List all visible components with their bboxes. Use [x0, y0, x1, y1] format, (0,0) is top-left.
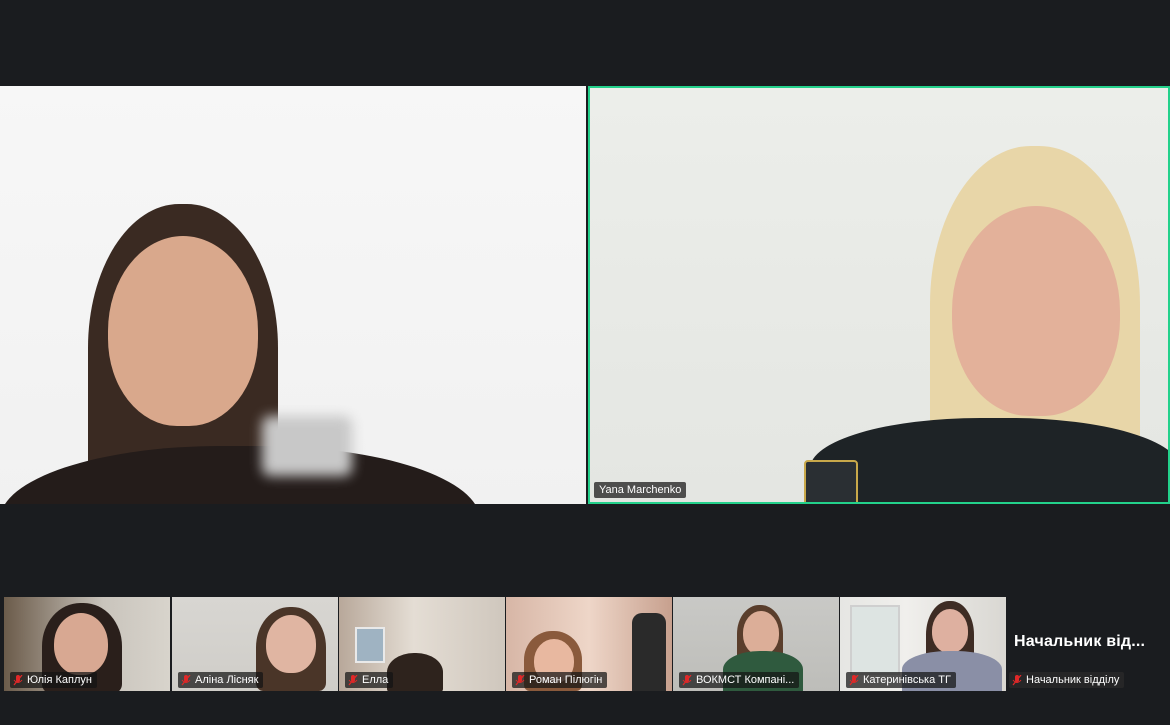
uniform-patch [804, 460, 858, 502]
gallery-tile[interactable]: Юлія Каплун [4, 597, 170, 691]
participant-silhouette-face [952, 206, 1120, 416]
mic-off-icon [13, 674, 23, 686]
participant-name-tag: Елла [345, 672, 394, 688]
participant-silhouette-hair [387, 653, 443, 691]
mic-off-icon [1012, 674, 1022, 686]
gallery-tile[interactable]: Елла [339, 597, 505, 691]
video-tile-main-left[interactable] [0, 86, 586, 504]
participant-name: Роман Пілюгін [529, 674, 603, 686]
participant-name-tag: Начальник відділу [1009, 672, 1125, 688]
mic-off-icon [181, 674, 191, 686]
mic-off-icon [348, 674, 358, 686]
background-object [262, 416, 352, 476]
mic-off-icon [682, 674, 692, 686]
participant-name-tag: Аліна Лісняк [178, 672, 264, 688]
participant-name-tag: ВОКМСТ Компані... [679, 672, 800, 688]
participant-name-tag: Катеринівська ТГ [846, 672, 956, 688]
mic-off-icon [849, 674, 859, 686]
participant-name-tag: Роман Пілюгін [512, 672, 608, 688]
participant-display-name: Начальник від... [1014, 633, 1146, 650]
participant-name-tag: Yana Marchenko [594, 482, 687, 498]
participant-name: Юлія Каплун [27, 674, 92, 686]
participant-silhouette-face [54, 613, 108, 675]
participant-silhouette-body [810, 418, 1168, 502]
participant-silhouette-body [632, 613, 666, 691]
gallery-tile[interactable]: Роман Пілюгін [506, 597, 672, 691]
wall-picture [355, 627, 385, 663]
gallery-tile[interactable]: Катеринівська ТГ [840, 597, 1006, 691]
participant-silhouette-face [743, 611, 779, 655]
participant-silhouette-face [266, 615, 316, 673]
participant-name: Елла [362, 674, 389, 686]
participant-name-tag: Юлія Каплун [10, 672, 97, 688]
participant-name: ВОКМСТ Компані... [696, 674, 795, 686]
participant-name: Катеринівська ТГ [863, 674, 951, 686]
participant-name: Аліна Лісняк [195, 674, 259, 686]
participant-silhouette-face [108, 236, 258, 426]
mic-off-icon [515, 674, 525, 686]
participant-name: Начальник відділу [1026, 674, 1120, 686]
gallery-tile-no-video[interactable]: Начальник від... Начальник відділу [1007, 597, 1170, 691]
participant-silhouette-face [932, 609, 968, 653]
gallery-tile[interactable]: ВОКМСТ Компані... [673, 597, 839, 691]
gallery-tile[interactable]: Аліна Лісняк [172, 597, 338, 691]
video-tile-active-speaker[interactable]: Yana Marchenko [588, 86, 1170, 504]
window [850, 605, 900, 675]
